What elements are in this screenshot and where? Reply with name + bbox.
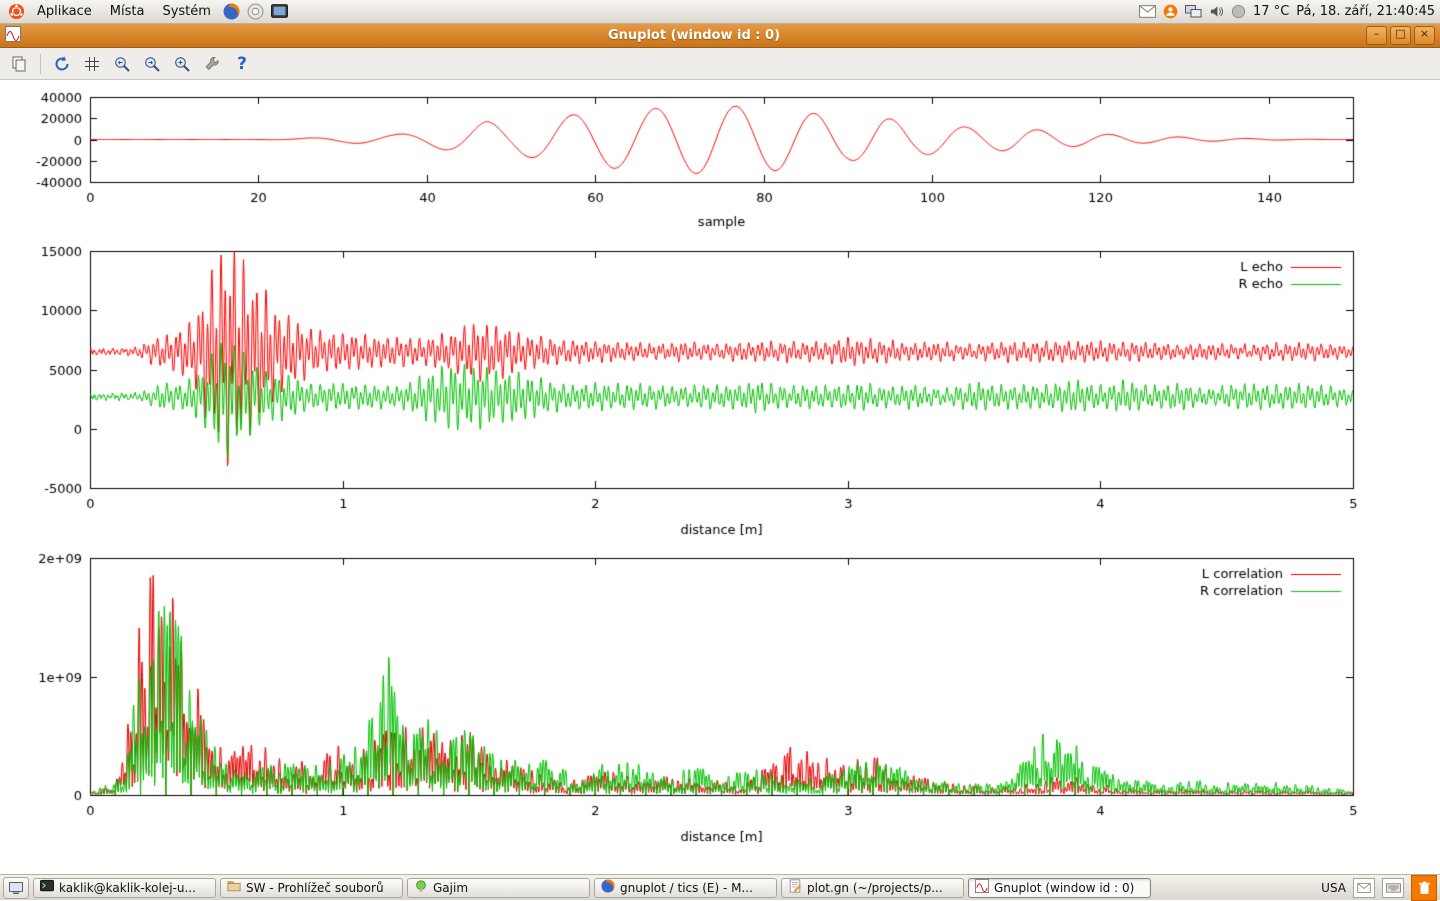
network-icon[interactable] [1185,5,1202,18]
ubuntu-logo-icon[interactable] [5,1,27,23]
window-icon [5,26,21,46]
menu-system[interactable]: Systém [154,2,218,21]
help-launcher-icon[interactable] [245,1,267,23]
gnuplot-window: Gnuplot (window id : 0) – □ × [0,24,1440,874]
volume-icon[interactable] [1209,4,1224,19]
minimize-button[interactable]: – [1366,26,1387,45]
configure-icon[interactable] [199,51,225,77]
task-button-terminal[interactable]: kaklik@kaklik-kolej-u... [33,878,216,898]
copy-icon[interactable] [6,51,32,77]
show-desktop-button[interactable] [3,877,29,899]
plot-area [0,80,1440,874]
menu-applications[interactable]: Aplikace [29,2,100,21]
maximize-button[interactable]: □ [1390,26,1411,45]
sample-waveform-chart [0,80,1440,232]
temperature-label: 17 °C [1253,4,1289,19]
screenshot-launcher-icon[interactable] [269,1,291,23]
gnuplot-icon [975,879,989,896]
correlation-chart [0,545,1440,852]
keyboard-icon[interactable] [1382,878,1404,898]
desktop: Aplikace Místa Systém [0,0,1440,900]
replot-icon[interactable] [49,51,75,77]
taskbar: kaklik@kaklik-kolej-u... SW - Prohlížeč … [0,874,1440,900]
mail-icon[interactable] [1139,5,1156,18]
gajim-icon [414,879,428,896]
keyboard-layout-indicator[interactable]: USA [1321,881,1346,895]
task-button-browser[interactable]: gnuplot / tics (E) - M... [594,878,777,898]
zoom-next-icon[interactable] [139,51,165,77]
grid-icon[interactable] [79,51,105,77]
text-editor-icon [788,879,802,896]
gnuplot-toolbar: ? [0,48,1440,80]
firefox-launcher-icon[interactable] [221,1,243,23]
task-button-gnuplot[interactable]: Gnuplot (window id : 0) [968,878,1151,898]
autoscale-icon[interactable] [169,51,195,77]
mail-tray-icon[interactable] [1353,878,1375,898]
trash-icon[interactable] [1411,875,1437,901]
top-panel: Aplikace Místa Systém [0,0,1440,24]
task-button-gajim[interactable]: Gajim [407,878,590,898]
help-icon[interactable]: ? [229,51,255,77]
close-button[interactable]: × [1414,26,1435,45]
file-manager-icon [227,879,241,896]
zoom-previous-icon[interactable] [109,51,135,77]
menu-places[interactable]: Místa [102,2,153,21]
presence-icon[interactable] [1163,4,1178,19]
window-title: Gnuplot (window id : 0) [25,28,1363,43]
task-button-file-manager[interactable]: SW - Prohlížeč souborů [220,878,403,898]
clock-label[interactable]: Pá, 18. září, 21:40:45 [1296,4,1435,19]
window-titlebar[interactable]: Gnuplot (window id : 0) – □ × [0,24,1440,48]
task-button-editor[interactable]: plot.gn (~/projects/p... [781,878,964,898]
echo-chart [0,232,1440,545]
weather-icon[interactable] [1231,4,1246,19]
terminal-icon [40,879,54,896]
firefox-icon [601,879,615,896]
toolbar-separator [40,54,41,74]
